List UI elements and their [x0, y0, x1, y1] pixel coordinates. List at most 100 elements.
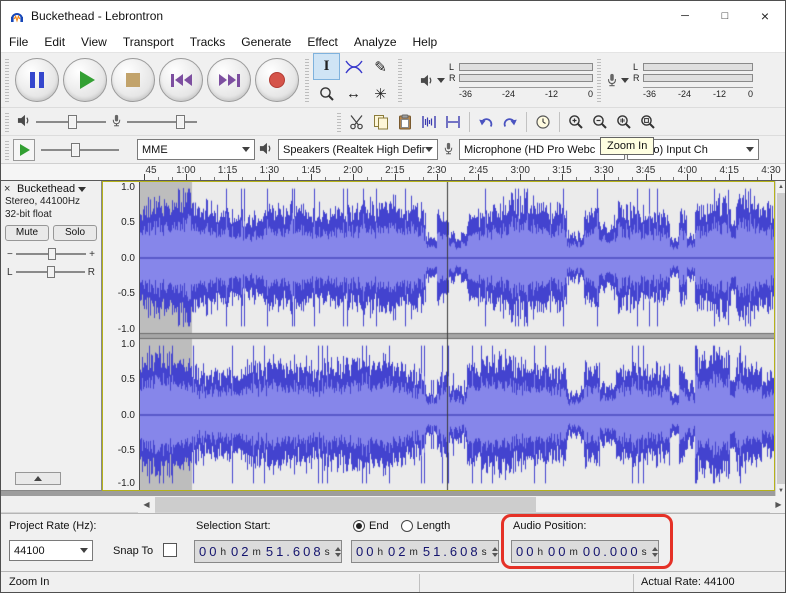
playback-meter[interactable]: L R -36-24-120	[420, 62, 593, 99]
scroll-up-icon[interactable]: ▲	[776, 181, 786, 192]
length-radio[interactable]	[401, 520, 413, 532]
menu-tracks[interactable]: Tracks	[182, 31, 234, 53]
project-rate-select[interactable]: 44100	[9, 540, 93, 561]
menu-analyze[interactable]: Analyze	[346, 31, 405, 53]
vertical-scroll-thumb[interactable]	[777, 193, 785, 484]
menu-edit[interactable]: Edit	[36, 31, 73, 53]
toolbar-grip[interactable]	[398, 58, 402, 101]
pan-slider[interactable]: L R	[1, 261, 101, 279]
speaker-icon	[17, 113, 32, 128]
recording-meter[interactable]: L R -36-24-120	[605, 62, 753, 99]
meter-channel-label: L	[449, 62, 459, 72]
chevron-down-icon	[437, 78, 445, 83]
close-button[interactable]: ×	[745, 1, 785, 31]
title-bar[interactable]: Buckethead - Lebrontron ─ □ ×	[1, 1, 785, 31]
meter-bar	[643, 74, 753, 82]
spinner-icon[interactable]	[490, 547, 500, 557]
sync-lock-button[interactable]	[531, 110, 555, 134]
track-menu-icon[interactable]	[78, 187, 86, 192]
output-volume-slider[interactable]	[36, 113, 106, 131]
silence-audio-button[interactable]	[441, 110, 465, 134]
selection-end-time[interactable]: 00h 02m 51.608s	[351, 540, 499, 563]
input-volume-slider[interactable]	[127, 113, 197, 131]
scroll-left-button[interactable]: ◀	[138, 496, 155, 513]
audacity-window: Buckethead - Lebrontron ─ □ × File Edit …	[0, 0, 786, 593]
gain-slider[interactable]: − +	[1, 243, 101, 261]
toolbar-grip[interactable]	[597, 58, 601, 101]
track-name[interactable]: Buckethead	[17, 183, 75, 195]
toolbar-grip[interactable]	[5, 111, 9, 133]
gain-max-label: +	[89, 249, 95, 260]
play-icon	[20, 144, 30, 156]
horizontal-scroll-thumb[interactable]	[155, 497, 536, 512]
cut-icon	[349, 114, 365, 130]
menu-file[interactable]: File	[1, 31, 36, 53]
end-radio[interactable]	[353, 520, 365, 532]
fit-selection-button[interactable]	[612, 110, 636, 134]
zoom-out-button[interactable]	[588, 110, 612, 134]
snap-to-checkbox[interactable]	[163, 543, 177, 557]
fit-project-button[interactable]	[636, 110, 660, 134]
meter-bar	[459, 74, 593, 82]
skip-to-end-button[interactable]	[207, 58, 251, 102]
waveform-canvas[interactable]	[140, 182, 774, 490]
stop-button[interactable]	[111, 58, 155, 102]
track-control-panel[interactable]: × Buckethead Stereo, 44100Hz 32-bit floa…	[1, 181, 102, 491]
timeline-label: 45	[145, 165, 156, 176]
minimize-button[interactable]: ─	[665, 1, 705, 31]
toolbar-grip[interactable]	[337, 111, 341, 133]
zoom-in-button[interactable]	[564, 110, 588, 134]
multi-tool-button[interactable]: ✳	[367, 80, 394, 107]
redo-button[interactable]	[498, 110, 522, 134]
envelope-icon	[345, 59, 363, 75]
waveform-view[interactable]	[140, 182, 774, 490]
record-button[interactable]	[255, 58, 299, 102]
audio-host-select[interactable]: MME	[137, 139, 255, 160]
menu-help[interactable]: Help	[405, 31, 446, 53]
cut-button[interactable]	[345, 110, 369, 134]
scroll-down-icon[interactable]: ▼	[776, 485, 786, 496]
recording-meter-bars: L R -36-24-120	[633, 62, 753, 99]
timeline-ruler-content[interactable]: 451:001:151:301:452:002:152:302:453:003:…	[141, 164, 774, 180]
toolbar-grip[interactable]	[5, 58, 9, 101]
trim-audio-button[interactable]	[417, 110, 441, 134]
menu-generate[interactable]: Generate	[233, 31, 299, 53]
track-collapse-button[interactable]	[15, 472, 61, 485]
spinner-icon[interactable]	[650, 547, 660, 557]
magnifier-icon	[319, 86, 335, 102]
vertical-ruler[interactable]: 1.00.50.0-0.5-1.01.00.50.0-0.5-1.0	[103, 182, 140, 490]
copy-button[interactable]	[369, 110, 393, 134]
selection-tool-button[interactable]: I	[313, 53, 340, 80]
envelope-tool-button[interactable]	[340, 53, 367, 80]
menu-effect[interactable]: Effect	[299, 31, 345, 53]
selection-start-time[interactable]: 00h 02m 51.608s	[194, 540, 342, 563]
timeshift-tool-button[interactable]: ↔	[340, 80, 367, 107]
timeline-ruler[interactable]: 451:001:151:301:452:002:152:302:453:003:…	[1, 164, 785, 181]
zoom-out-icon	[592, 114, 608, 130]
zoom-tool-button[interactable]	[313, 80, 340, 107]
toolbar-grip[interactable]	[5, 139, 9, 161]
mute-button[interactable]: Mute	[5, 225, 49, 241]
maximize-button[interactable]: □	[705, 1, 745, 31]
draw-tool-button[interactable]: ✎	[367, 53, 394, 80]
audio-position-time[interactable]: 00h 00m 00.000s	[511, 540, 659, 563]
scroll-right-button[interactable]: ▶	[770, 496, 786, 513]
solo-button[interactable]: Solo	[53, 225, 97, 241]
playback-speed-slider[interactable]	[41, 141, 119, 159]
menu-view[interactable]: View	[73, 31, 115, 53]
actual-rate: Actual Rate: 44100	[641, 576, 735, 588]
track-close-button[interactable]: ×	[4, 183, 14, 195]
amplitude-label: 1.0	[121, 339, 135, 350]
output-device-select[interactable]: Speakers (Realtek High Definit	[278, 139, 438, 160]
play-at-speed-button[interactable]	[13, 139, 35, 161]
pause-button[interactable]	[15, 58, 59, 102]
horizontal-scrollbar[interactable]	[155, 496, 770, 512]
skip-to-start-button[interactable]	[159, 58, 203, 102]
toolbar-grip[interactable]	[305, 58, 309, 101]
play-button[interactable]	[63, 58, 107, 102]
paste-button[interactable]	[393, 110, 417, 134]
vertical-scrollbar[interactable]: ▲ ▼	[775, 181, 786, 496]
undo-button[interactable]	[474, 110, 498, 134]
spinner-icon[interactable]	[333, 547, 343, 557]
menu-transport[interactable]: Transport	[115, 31, 182, 53]
